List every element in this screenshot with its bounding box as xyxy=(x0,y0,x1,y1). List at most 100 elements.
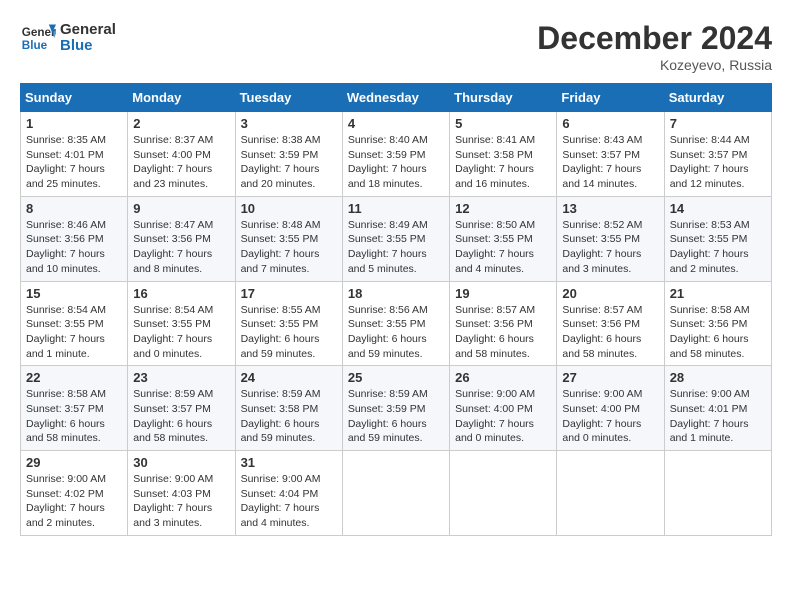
calendar-cell: 7 Sunrise: 8:44 AM Sunset: 3:57 PM Dayli… xyxy=(664,112,771,197)
calendar-cell xyxy=(664,451,771,536)
calendar-week-5: 29 Sunrise: 9:00 AM Sunset: 4:02 PM Dayl… xyxy=(21,451,772,536)
day-info: Sunrise: 8:57 AM Sunset: 3:56 PM Dayligh… xyxy=(562,303,658,362)
calendar-cell: 24 Sunrise: 8:59 AM Sunset: 3:58 PM Dayl… xyxy=(235,366,342,451)
day-number: 9 xyxy=(133,201,229,216)
day-number: 2 xyxy=(133,116,229,131)
calendar-week-1: 1 Sunrise: 8:35 AM Sunset: 4:01 PM Dayli… xyxy=(21,112,772,197)
calendar-cell: 21 Sunrise: 8:58 AM Sunset: 3:56 PM Dayl… xyxy=(664,281,771,366)
page-header: General Blue General Blue December 2024 … xyxy=(20,20,772,73)
title-area: December 2024 Kozeyevo, Russia xyxy=(537,20,772,73)
day-number: 31 xyxy=(241,455,337,470)
day-info: Sunrise: 9:00 AM Sunset: 4:02 PM Dayligh… xyxy=(26,472,122,531)
day-number: 30 xyxy=(133,455,229,470)
calendar-cell: 31 Sunrise: 9:00 AM Sunset: 4:04 PM Dayl… xyxy=(235,451,342,536)
day-number: 25 xyxy=(348,370,444,385)
calendar-cell: 16 Sunrise: 8:54 AM Sunset: 3:55 PM Dayl… xyxy=(128,281,235,366)
day-info: Sunrise: 8:59 AM Sunset: 3:58 PM Dayligh… xyxy=(241,387,337,446)
day-info: Sunrise: 8:38 AM Sunset: 3:59 PM Dayligh… xyxy=(241,133,337,192)
calendar-cell: 14 Sunrise: 8:53 AM Sunset: 3:55 PM Dayl… xyxy=(664,196,771,281)
day-number: 23 xyxy=(133,370,229,385)
logo-general: General xyxy=(60,22,116,39)
weekday-header-tuesday: Tuesday xyxy=(235,84,342,112)
calendar-cell: 13 Sunrise: 8:52 AM Sunset: 3:55 PM Dayl… xyxy=(557,196,664,281)
day-info: Sunrise: 8:58 AM Sunset: 3:56 PM Dayligh… xyxy=(670,303,766,362)
day-number: 14 xyxy=(670,201,766,216)
calendar-cell: 5 Sunrise: 8:41 AM Sunset: 3:58 PM Dayli… xyxy=(450,112,557,197)
day-info: Sunrise: 8:40 AM Sunset: 3:59 PM Dayligh… xyxy=(348,133,444,192)
calendar-cell: 12 Sunrise: 8:50 AM Sunset: 3:55 PM Dayl… xyxy=(450,196,557,281)
month-title: December 2024 xyxy=(537,20,772,57)
day-number: 11 xyxy=(348,201,444,216)
calendar-table: SundayMondayTuesdayWednesdayThursdayFrid… xyxy=(20,83,772,536)
day-number: 8 xyxy=(26,201,122,216)
logo-blue: Blue xyxy=(60,38,116,55)
calendar-week-3: 15 Sunrise: 8:54 AM Sunset: 3:55 PM Dayl… xyxy=(21,281,772,366)
calendar-cell: 27 Sunrise: 9:00 AM Sunset: 4:00 PM Dayl… xyxy=(557,366,664,451)
calendar-cell: 19 Sunrise: 8:57 AM Sunset: 3:56 PM Dayl… xyxy=(450,281,557,366)
weekday-header-friday: Friday xyxy=(557,84,664,112)
day-number: 3 xyxy=(241,116,337,131)
day-info: Sunrise: 8:43 AM Sunset: 3:57 PM Dayligh… xyxy=(562,133,658,192)
calendar-cell: 2 Sunrise: 8:37 AM Sunset: 4:00 PM Dayli… xyxy=(128,112,235,197)
day-number: 18 xyxy=(348,286,444,301)
day-number: 27 xyxy=(562,370,658,385)
day-info: Sunrise: 8:50 AM Sunset: 3:55 PM Dayligh… xyxy=(455,218,551,277)
day-number: 1 xyxy=(26,116,122,131)
calendar-cell: 6 Sunrise: 8:43 AM Sunset: 3:57 PM Dayli… xyxy=(557,112,664,197)
day-info: Sunrise: 8:41 AM Sunset: 3:58 PM Dayligh… xyxy=(455,133,551,192)
day-info: Sunrise: 8:46 AM Sunset: 3:56 PM Dayligh… xyxy=(26,218,122,277)
day-info: Sunrise: 8:54 AM Sunset: 3:55 PM Dayligh… xyxy=(133,303,229,362)
weekday-header-wednesday: Wednesday xyxy=(342,84,449,112)
calendar-cell: 20 Sunrise: 8:57 AM Sunset: 3:56 PM Dayl… xyxy=(557,281,664,366)
day-info: Sunrise: 8:35 AM Sunset: 4:01 PM Dayligh… xyxy=(26,133,122,192)
day-number: 29 xyxy=(26,455,122,470)
day-info: Sunrise: 8:56 AM Sunset: 3:55 PM Dayligh… xyxy=(348,303,444,362)
day-number: 22 xyxy=(26,370,122,385)
weekday-header-row: SundayMondayTuesdayWednesdayThursdayFrid… xyxy=(21,84,772,112)
day-number: 21 xyxy=(670,286,766,301)
day-info: Sunrise: 8:58 AM Sunset: 3:57 PM Dayligh… xyxy=(26,387,122,446)
day-info: Sunrise: 9:00 AM Sunset: 4:04 PM Dayligh… xyxy=(241,472,337,531)
calendar-cell: 18 Sunrise: 8:56 AM Sunset: 3:55 PM Dayl… xyxy=(342,281,449,366)
weekday-header-monday: Monday xyxy=(128,84,235,112)
weekday-header-saturday: Saturday xyxy=(664,84,771,112)
day-info: Sunrise: 9:00 AM Sunset: 4:01 PM Dayligh… xyxy=(670,387,766,446)
logo-icon: General Blue xyxy=(20,20,56,56)
calendar-cell: 11 Sunrise: 8:49 AM Sunset: 3:55 PM Dayl… xyxy=(342,196,449,281)
day-info: Sunrise: 8:44 AM Sunset: 3:57 PM Dayligh… xyxy=(670,133,766,192)
calendar-cell: 17 Sunrise: 8:55 AM Sunset: 3:55 PM Dayl… xyxy=(235,281,342,366)
day-number: 5 xyxy=(455,116,551,131)
day-number: 19 xyxy=(455,286,551,301)
day-info: Sunrise: 9:00 AM Sunset: 4:03 PM Dayligh… xyxy=(133,472,229,531)
weekday-header-sunday: Sunday xyxy=(21,84,128,112)
calendar-week-4: 22 Sunrise: 8:58 AM Sunset: 3:57 PM Dayl… xyxy=(21,366,772,451)
calendar-cell: 23 Sunrise: 8:59 AM Sunset: 3:57 PM Dayl… xyxy=(128,366,235,451)
day-number: 13 xyxy=(562,201,658,216)
location: Kozeyevo, Russia xyxy=(537,57,772,73)
day-info: Sunrise: 9:00 AM Sunset: 4:00 PM Dayligh… xyxy=(562,387,658,446)
calendar-cell: 3 Sunrise: 8:38 AM Sunset: 3:59 PM Dayli… xyxy=(235,112,342,197)
calendar-cell: 28 Sunrise: 9:00 AM Sunset: 4:01 PM Dayl… xyxy=(664,366,771,451)
calendar-cell: 10 Sunrise: 8:48 AM Sunset: 3:55 PM Dayl… xyxy=(235,196,342,281)
day-number: 17 xyxy=(241,286,337,301)
calendar-cell: 15 Sunrise: 8:54 AM Sunset: 3:55 PM Dayl… xyxy=(21,281,128,366)
calendar-cell xyxy=(557,451,664,536)
day-number: 16 xyxy=(133,286,229,301)
day-number: 6 xyxy=(562,116,658,131)
day-number: 26 xyxy=(455,370,551,385)
calendar-cell: 25 Sunrise: 8:59 AM Sunset: 3:59 PM Dayl… xyxy=(342,366,449,451)
day-number: 10 xyxy=(241,201,337,216)
day-number: 12 xyxy=(455,201,551,216)
day-number: 15 xyxy=(26,286,122,301)
day-info: Sunrise: 8:53 AM Sunset: 3:55 PM Dayligh… xyxy=(670,218,766,277)
logo: General Blue General Blue xyxy=(20,20,116,56)
day-info: Sunrise: 8:37 AM Sunset: 4:00 PM Dayligh… xyxy=(133,133,229,192)
calendar-cell: 30 Sunrise: 9:00 AM Sunset: 4:03 PM Dayl… xyxy=(128,451,235,536)
day-number: 28 xyxy=(670,370,766,385)
calendar-cell xyxy=(342,451,449,536)
day-info: Sunrise: 8:54 AM Sunset: 3:55 PM Dayligh… xyxy=(26,303,122,362)
svg-text:Blue: Blue xyxy=(22,39,48,52)
calendar-cell xyxy=(450,451,557,536)
calendar-week-2: 8 Sunrise: 8:46 AM Sunset: 3:56 PM Dayli… xyxy=(21,196,772,281)
day-info: Sunrise: 8:55 AM Sunset: 3:55 PM Dayligh… xyxy=(241,303,337,362)
